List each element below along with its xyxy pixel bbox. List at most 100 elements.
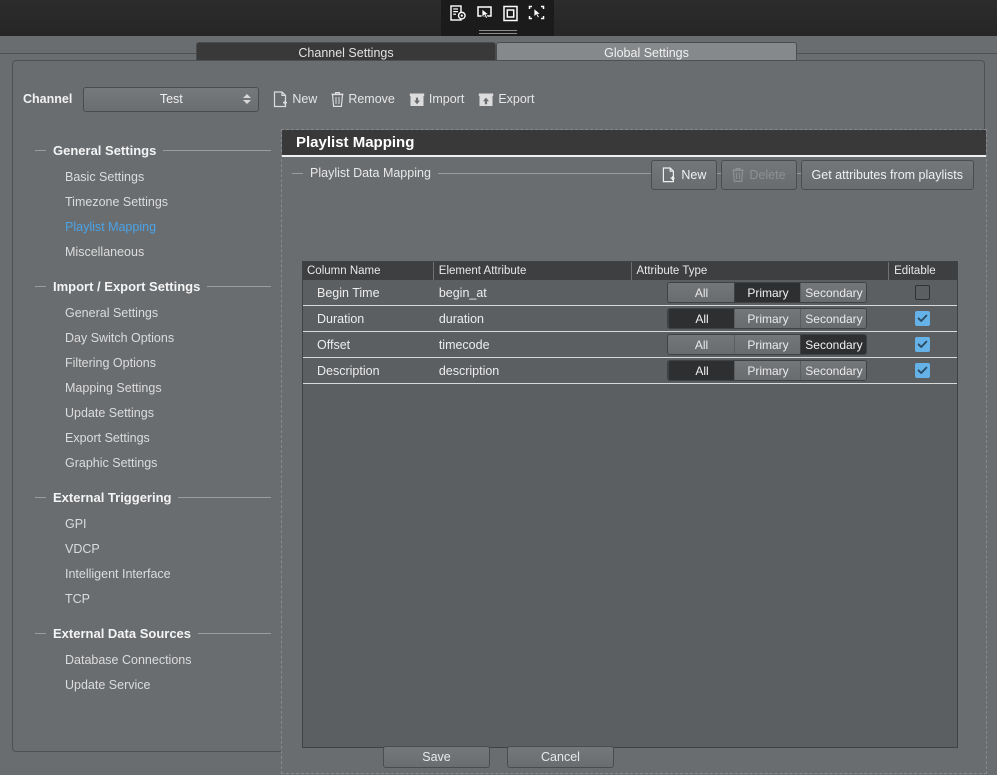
sidebar-item-gpi[interactable]: GPI [23, 512, 271, 537]
table-row[interactable]: Description description All Primary Seco… [303, 358, 957, 384]
editable-checkbox[interactable] [915, 337, 930, 352]
group-rule [163, 150, 271, 151]
segment-all[interactable]: All [668, 335, 734, 354]
cell-attribute-type: All Primary Secondary [630, 280, 888, 306]
sidebar-item-update-settings[interactable]: Update Settings [23, 401, 271, 426]
top-toolbar [0, 0, 997, 36]
document-settings-icon[interactable] [448, 3, 470, 24]
channel-new-button[interactable]: New [273, 91, 317, 108]
sidebar-item-basic-settings[interactable]: Basic Settings [23, 165, 271, 190]
segment-secondary[interactable]: Secondary [800, 335, 866, 354]
table-row[interactable]: Begin Time begin_at All Primary Secondar… [303, 280, 957, 306]
column-header-editable[interactable]: Editable [888, 262, 957, 280]
table-row[interactable]: Offset timecode All Primary Secondary [303, 332, 957, 358]
tab-rule-left [0, 53, 196, 54]
segment-all[interactable]: All [668, 361, 734, 380]
export-box-icon [478, 91, 494, 108]
group-rule [178, 497, 271, 498]
new-mapping-button[interactable]: New [651, 160, 717, 190]
new-mapping-label: New [681, 168, 706, 182]
segment-secondary[interactable]: Secondary [800, 361, 866, 380]
attribute-type-segmented-control[interactable]: All Primary Secondary [667, 308, 867, 329]
sidebar-item-intelligent-interface[interactable]: Intelligent Interface [23, 562, 271, 587]
channel-new-label: New [292, 92, 317, 106]
trash-icon [331, 91, 344, 108]
sidebar-group-import-export-settings: Import / Export Settings [35, 279, 271, 294]
channel-export-label: Export [498, 92, 534, 106]
cell-column-name: Description [303, 358, 433, 384]
sidebar-item-day-switch-options[interactable]: Day Switch Options [23, 326, 271, 351]
sidebar-item-database-connections[interactable]: Database Connections [23, 648, 271, 673]
cell-column-name: Begin Time [303, 280, 433, 306]
channel-selected-value: Test [160, 92, 183, 106]
cell-editable [888, 358, 957, 384]
sidebar-spacer [23, 265, 271, 279]
group-dash [35, 286, 46, 287]
cell-attribute-type: All Primary Secondary [630, 306, 888, 332]
cell-editable [888, 280, 957, 306]
sidebar-item-filtering-options[interactable]: Filtering Options [23, 351, 271, 376]
import-box-icon [409, 91, 425, 108]
sidebar-item-mapping-settings[interactable]: Mapping Settings [23, 376, 271, 401]
cell-element-attribute: duration [433, 306, 631, 332]
square-frame-icon[interactable] [500, 3, 522, 24]
group-dash [292, 173, 303, 174]
editable-checkbox[interactable] [915, 363, 930, 378]
group-dash [35, 150, 46, 151]
sidebar-item-tcp[interactable]: TCP [23, 587, 271, 612]
cell-editable [888, 306, 957, 332]
settings-window: Channel Settings Global Settings Channel… [0, 36, 997, 775]
segment-secondary[interactable]: Secondary [800, 283, 866, 302]
segment-all[interactable]: All [668, 283, 734, 302]
delete-mapping-button[interactable]: Delete [721, 160, 796, 190]
dialog-footer: Save Cancel [0, 738, 997, 775]
sidebar-item-graphic-settings[interactable]: Graphic Settings [23, 451, 271, 476]
sidebar-item-update-service[interactable]: Update Service [23, 673, 271, 698]
segment-primary[interactable]: Primary [734, 335, 800, 354]
table-row[interactable]: Duration duration All Primary Secondary [303, 306, 957, 332]
channel-export-button[interactable]: Export [478, 91, 534, 108]
group-rule [207, 286, 271, 287]
sidebar-group-title: Import / Export Settings [53, 279, 200, 294]
sidebar-item-timezone-settings[interactable]: Timezone Settings [23, 190, 271, 215]
sidebar-item-playlist-mapping[interactable]: Playlist Mapping [23, 215, 271, 240]
segment-primary[interactable]: Primary [734, 361, 800, 380]
page-title: Playlist Mapping [282, 130, 986, 157]
segment-primary[interactable]: Primary [734, 283, 800, 302]
sidebar-group-title: External Data Sources [53, 626, 191, 641]
attribute-type-segmented-control[interactable]: All Primary Secondary [667, 360, 867, 381]
sidebar-item-miscellaneous[interactable]: Miscellaneous [23, 240, 271, 265]
playlist-mapping-panel: Playlist Mapping Playlist Data Mapping [281, 129, 987, 774]
cell-element-attribute: timecode [433, 332, 631, 358]
sidebar-item-export-settings[interactable]: Export Settings [23, 426, 271, 451]
editable-checkbox[interactable] [915, 285, 930, 300]
save-button[interactable]: Save [383, 746, 490, 768]
cancel-button[interactable]: Cancel [507, 746, 614, 768]
editable-checkbox[interactable] [915, 311, 930, 326]
attribute-type-segmented-control[interactable]: All Primary Secondary [667, 282, 867, 303]
island-drag-handle[interactable] [441, 27, 554, 36]
channel-dropdown[interactable]: Test [83, 87, 259, 112]
sidebar-item-general-settings[interactable]: General Settings [23, 301, 271, 326]
group-title: Playlist Data Mapping [310, 166, 431, 180]
segment-secondary[interactable]: Secondary [800, 309, 866, 328]
sidebar-group-external-data-sources: External Data Sources [35, 626, 271, 641]
column-header-attribute-type[interactable]: Attribute Type [631, 262, 889, 280]
content-frame: Channel Test New [12, 60, 985, 752]
segment-all[interactable]: All [668, 309, 734, 328]
channel-import-button[interactable]: Import [409, 91, 464, 108]
get-attributes-from-playlists-button[interactable]: Get attributes from playlists [801, 160, 974, 190]
sidebar-spacer [23, 612, 271, 626]
attribute-type-segmented-control[interactable]: All Primary Secondary [667, 334, 867, 355]
cell-attribute-type: All Primary Secondary [630, 332, 888, 358]
sidebar-item-vdcp[interactable]: VDCP [23, 537, 271, 562]
channel-remove-button[interactable]: Remove [331, 91, 395, 108]
new-document-icon [662, 167, 676, 183]
cursor-window-icon[interactable] [474, 3, 496, 24]
column-header-column-name[interactable]: Column Name [303, 262, 433, 280]
cursor-select-region-icon[interactable] [526, 3, 548, 24]
column-header-element-attribute[interactable]: Element Attribute [433, 262, 631, 280]
segment-primary[interactable]: Primary [734, 309, 800, 328]
stepper-arrows-icon[interactable] [243, 94, 251, 104]
table-toolbar: New Delete Get attrib [651, 160, 974, 190]
